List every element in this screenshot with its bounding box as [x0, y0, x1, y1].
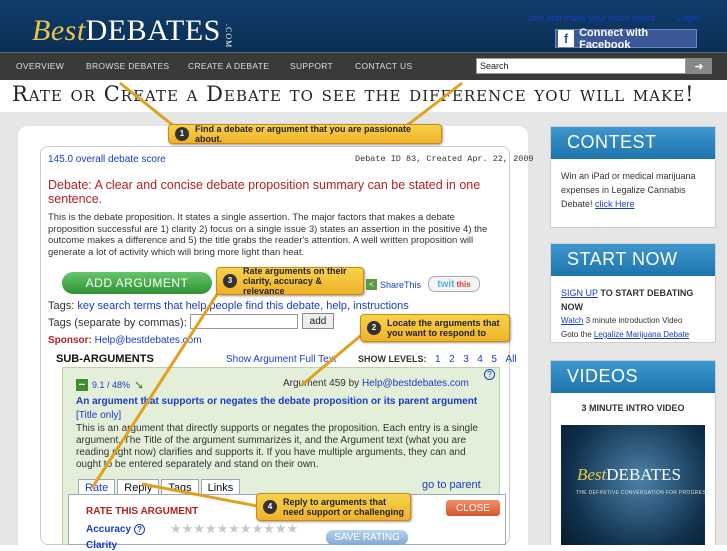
contest-box: CONTEST Win an iPad or medical marijuana…	[550, 126, 716, 228]
watch-link[interactable]: Watch	[561, 316, 583, 325]
videos-heading: VIDEOS	[551, 361, 715, 393]
video-title: 3 MINUTE INTRO VIDEO	[581, 403, 685, 413]
legalize-debate-link[interactable]: Legalize Marijuana Debate	[594, 330, 689, 339]
start-now-heading: START NOW	[551, 244, 715, 276]
callout-2: 2 Locate the arguments that you want to r…	[360, 314, 510, 342]
intro-video-player[interactable]	[561, 425, 705, 545]
callout-1: 1 Find a debate or argument that you are …	[168, 124, 442, 144]
video-subtitle: THE DEFINITIVE CONVERSATION FOR PROGRESS	[576, 490, 710, 496]
contest-link[interactable]: click Here	[595, 199, 635, 209]
contest-heading: CONTEST	[551, 127, 715, 159]
callout-4: 4 Reply to arguments that need support or…	[256, 493, 411, 521]
start-now-box: START NOW SIGN UP TO START DEBATING NOW …	[550, 243, 716, 343]
sign-up-link[interactable]: SIGN UP	[561, 288, 598, 298]
callout-3: 3 Rate arguments on their clarity, accura…	[216, 266, 364, 296]
video-logo: BestDEBATES	[577, 465, 681, 484]
